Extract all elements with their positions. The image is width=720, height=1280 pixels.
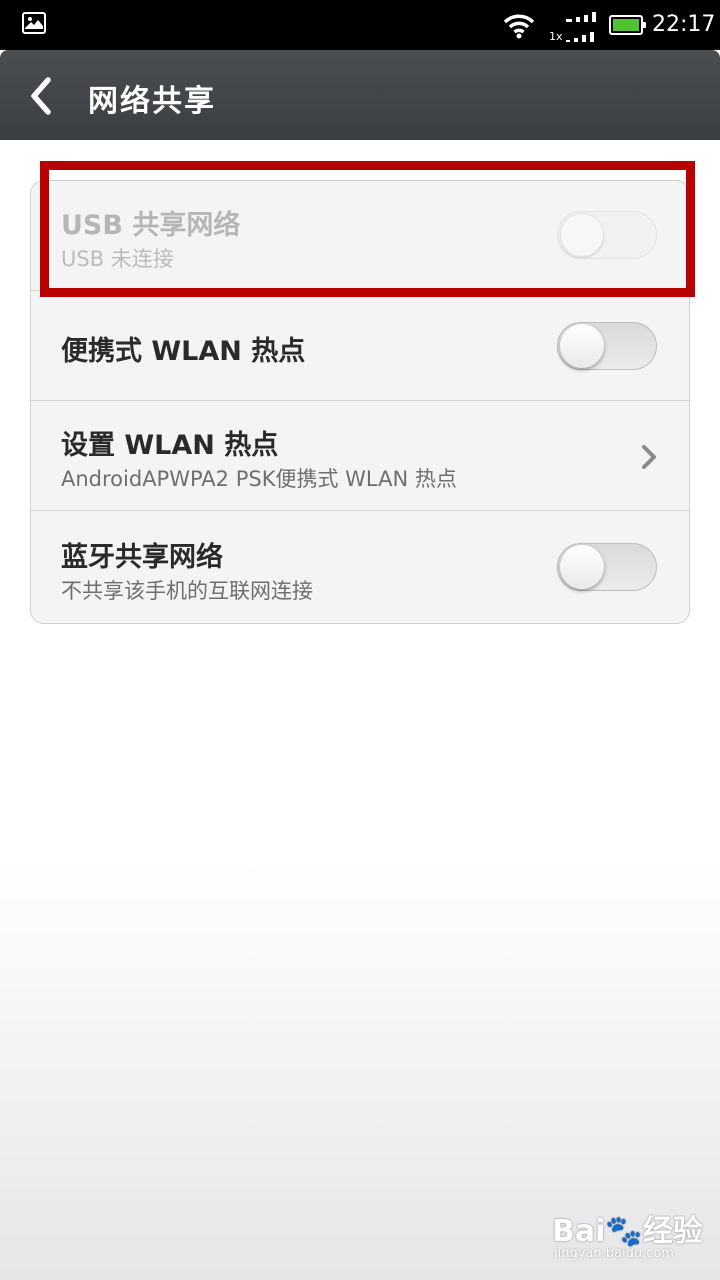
chevron-left-icon: [31, 77, 51, 115]
list-item-title: 便携式 WLAN 热点: [61, 336, 306, 367]
chevron-right-icon: [642, 445, 656, 469]
watermark-logo: Bai🐾经验: [552, 1214, 703, 1249]
annotation-highlight-frame: [40, 161, 695, 297]
watermark-url: jingyan.baidu.com: [554, 1246, 674, 1261]
battery-icon: [609, 15, 646, 35]
back-button[interactable]: [22, 72, 66, 120]
wifi-icon: [503, 14, 535, 39]
list-item-title: 蓝牙共享网络: [61, 542, 223, 573]
bluetooth-tethering-toggle[interactable]: [557, 543, 657, 591]
list-item-hotspot-settings[interactable]: 设置 WLAN 热点 AndroidAPWPA2 PSK便携式 WLAN 热点: [31, 401, 689, 511]
list-item-title: 设置 WLAN 热点: [61, 430, 279, 461]
watermark: Bai🐾经验 jingyan.baidu.com: [552, 1206, 703, 1266]
action-bar: 网络共享: [0, 50, 720, 140]
status-time: 22:17: [652, 12, 716, 37]
list-item-portable-hotspot[interactable]: 便携式 WLAN 热点: [31, 291, 689, 401]
battery-level: [613, 19, 639, 31]
network-type-label: 1x: [549, 30, 563, 43]
portable-hotspot-toggle[interactable]: [557, 322, 657, 370]
toggle-knob: [560, 324, 604, 368]
status-bar: 1x 22:17: [0, 0, 720, 50]
list-item-subtitle: AndroidAPWPA2 PSK便携式 WLAN 热点: [61, 467, 457, 491]
list-item-subtitle: 不共享该手机的互联网连接: [61, 579, 313, 603]
toggle-knob: [560, 545, 604, 589]
list-item-bluetooth-tethering[interactable]: 蓝牙共享网络 不共享该手机的互联网连接: [31, 511, 689, 621]
gallery-icon: [22, 12, 46, 34]
page-title: 网络共享: [88, 84, 216, 119]
